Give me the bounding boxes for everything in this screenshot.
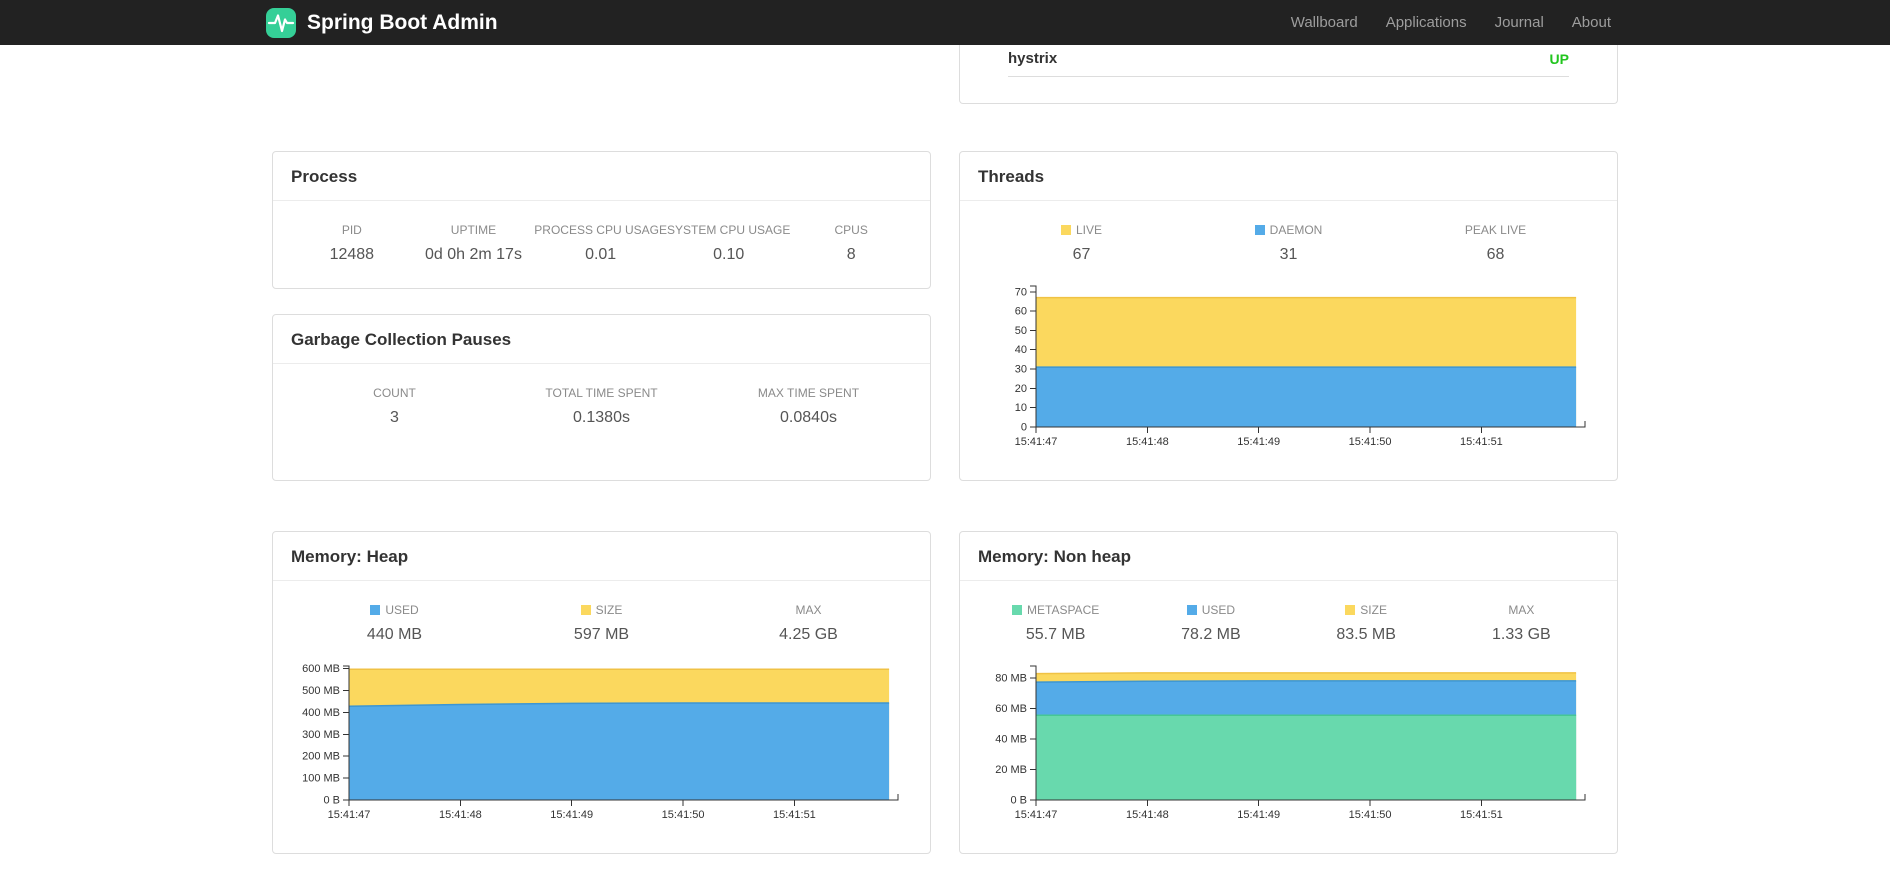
- process-card-title: Process: [273, 152, 930, 201]
- legend-swatch-nonheap-size: [1345, 605, 1356, 615]
- metric-system-cpu-usage: SYSTEM CPU USAGE 0.10: [666, 223, 791, 263]
- gc-metrics: COUNT 3 TOTAL TIME SPENT 0.1380s MAX TIM…: [291, 380, 912, 431]
- legend-item-heap-size: SIZE 597 MB: [573, 603, 630, 643]
- legend-swatch-heap-size: [580, 605, 591, 615]
- legend-item-nonheap-max: MAX 1.33 GB: [1492, 603, 1551, 643]
- svg-text:40: 40: [1015, 344, 1027, 356]
- memory-nonheap-legend: METASPACE 55.7 MB USED 78.2 MB SIZE 83.5…: [978, 597, 1599, 648]
- memory-nonheap-card: Memory: Non heap METASPACE 55.7 MB USED …: [959, 531, 1618, 854]
- svg-text:20 MB: 20 MB: [995, 764, 1027, 776]
- memory-heap-card: Memory: Heap USED 440 MB SIZE 597 MB MAX…: [272, 531, 931, 854]
- application-name[interactable]: hystrix: [1008, 50, 1057, 67]
- legend-item-nonheap-used: USED 78.2 MB: [1181, 603, 1241, 643]
- threads-card: Threads LIVE 67 DAEMON 31 PEAK LIVE 68 0…: [959, 151, 1618, 481]
- metric-process-cpu-usage: PROCESS CPU USAGE 0.01: [534, 223, 667, 263]
- threads-legend: LIVE 67 DAEMON 31 PEAK LIVE 68: [978, 217, 1599, 268]
- svg-text:200 MB: 200 MB: [302, 751, 340, 763]
- svg-text:50: 50: [1015, 325, 1027, 337]
- svg-text:15:41:49: 15:41:49: [1237, 809, 1280, 821]
- svg-text:600 MB: 600 MB: [302, 663, 340, 675]
- nav-item-about[interactable]: About: [1558, 0, 1625, 45]
- svg-text:0 B: 0 B: [323, 795, 340, 807]
- metric-gc-total-time: TOTAL TIME SPENT 0.1380s: [545, 386, 658, 426]
- gc-pauses-card-title: Garbage Collection Pauses: [273, 315, 930, 364]
- svg-text:40 MB: 40 MB: [995, 734, 1027, 746]
- svg-text:300 MB: 300 MB: [302, 729, 340, 741]
- brand[interactable]: Spring Boot Admin: [265, 7, 498, 39]
- legend-item-metaspace: METASPACE 55.7 MB: [978, 603, 1133, 644]
- svg-text:15:41:47: 15:41:47: [1015, 436, 1058, 448]
- svg-text:15:41:50: 15:41:50: [662, 809, 705, 821]
- legend-swatch-metaspace: [1012, 605, 1022, 615]
- application-status-card: hystrix UP: [959, 45, 1618, 104]
- legend-swatch-heap-used: [370, 605, 381, 615]
- legend-swatch-daemon: [1254, 225, 1265, 235]
- memory-heap-card-title: Memory: Heap: [273, 532, 930, 581]
- legend-item-daemon: DAEMON 31: [1185, 223, 1392, 264]
- memory-nonheap-chart: 0 B 20 MB 40 MB 60 MB 80 MB 15:41:47 15:41:48 1…: [978, 660, 1599, 833]
- svg-text:15:41:50: 15:41:50: [1349, 436, 1392, 448]
- svg-text:10: 10: [1015, 402, 1027, 414]
- gc-pauses-card: Garbage Collection Pauses COUNT 3 TOTAL …: [272, 314, 931, 481]
- memory-nonheap-card-title: Memory: Non heap: [960, 532, 1617, 581]
- left-column-spacer: [272, 45, 931, 104]
- memory-heap-legend: USED 440 MB SIZE 597 MB MAX 4.25 GB: [291, 597, 912, 648]
- legend-item-nonheap-size: SIZE 83.5 MB: [1336, 603, 1396, 643]
- metric-cpus: CPUS 8: [834, 223, 868, 263]
- process-metrics: PID 12488 UPTIME 0d 0h 2m 17s PROCESS CP…: [291, 217, 912, 268]
- memory-heap-chart: 0 B 100 MB 200 MB 300 MB 400 MB 500 MB 600 MB 1…: [291, 660, 912, 833]
- svg-text:15:41:48: 15:41:48: [1126, 436, 1169, 448]
- svg-text:0 B: 0 B: [1010, 795, 1027, 807]
- svg-text:15:41:47: 15:41:47: [1015, 809, 1058, 821]
- svg-text:15:41:48: 15:41:48: [1126, 809, 1169, 821]
- legend-item-peak-live: PEAK LIVE 68: [1464, 223, 1527, 263]
- svg-text:70: 70: [1015, 286, 1027, 298]
- legend-swatch-nonheap-used: [1186, 605, 1197, 615]
- threads-chart: 0 10 20 30 40 50 60 70 15:41:47 15:41:48 15:41:49 1…: [978, 280, 1599, 460]
- svg-text:15:41:51: 15:41:51: [1460, 436, 1503, 448]
- nav-item-journal[interactable]: Journal: [1481, 0, 1558, 45]
- svg-text:80 MB: 80 MB: [995, 673, 1027, 685]
- status-badge: UP: [1549, 50, 1569, 67]
- legend-item-heap-max: MAX 4.25 GB: [779, 603, 838, 643]
- svg-text:500 MB: 500 MB: [302, 685, 340, 697]
- legend-item-live: LIVE 67: [978, 223, 1185, 264]
- svg-text:400 MB: 400 MB: [302, 707, 340, 719]
- process-card: Process PID 12488 UPTIME 0d 0h 2m 17s PR…: [272, 151, 931, 289]
- svg-text:15:41:48: 15:41:48: [439, 809, 482, 821]
- metric-gc-max-time: MAX TIME SPENT 0.0840s: [757, 386, 860, 426]
- svg-text:15:41:47: 15:41:47: [328, 809, 371, 821]
- nav-item-wallboard[interactable]: Wallboard: [1277, 0, 1372, 45]
- application-row-hystrix[interactable]: hystrix UP: [1008, 45, 1569, 77]
- brand-title: Spring Boot Admin: [307, 10, 498, 34]
- nav-links: Wallboard Applications Journal About: [1277, 0, 1625, 45]
- svg-text:15:41:50: 15:41:50: [1349, 809, 1392, 821]
- metric-gc-count: COUNT 3: [373, 386, 416, 426]
- svg-text:15:41:49: 15:41:49: [550, 809, 593, 821]
- svg-text:100 MB: 100 MB: [302, 773, 340, 785]
- svg-text:15:41:51: 15:41:51: [1460, 809, 1503, 821]
- nav-item-applications[interactable]: Applications: [1372, 0, 1481, 45]
- navbar: Spring Boot Admin Wallboard Applications…: [0, 0, 1890, 45]
- legend-item-heap-used: USED 440 MB: [366, 603, 423, 643]
- spring-boot-admin-logo-icon: [265, 7, 297, 39]
- threads-card-title: Threads: [960, 152, 1617, 201]
- svg-text:30: 30: [1015, 364, 1027, 376]
- legend-swatch-live: [1060, 225, 1071, 235]
- svg-text:20: 20: [1015, 383, 1027, 395]
- svg-text:15:41:49: 15:41:49: [1237, 436, 1280, 448]
- metric-pid: PID 12488: [329, 223, 375, 263]
- svg-text:60 MB: 60 MB: [995, 703, 1027, 715]
- svg-text:0: 0: [1021, 422, 1027, 434]
- svg-text:60: 60: [1015, 306, 1027, 318]
- metric-uptime: UPTIME 0d 0h 2m 17s: [424, 223, 522, 263]
- svg-text:15:41:51: 15:41:51: [773, 809, 816, 821]
